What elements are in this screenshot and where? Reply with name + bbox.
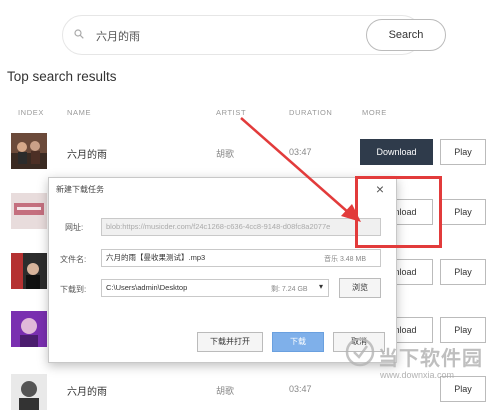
column-header-artist: ARTIST: [216, 108, 247, 117]
browse-button[interactable]: 浏览: [339, 278, 381, 298]
url-field[interactable]: blob:https://musicder.com/f24c1268-c636-…: [101, 218, 381, 236]
annotation-highlight-box: [355, 176, 442, 248]
column-header-name: NAME: [67, 108, 92, 117]
search-button[interactable]: Search: [366, 19, 446, 51]
dialog-title: 新建下载任务: [56, 185, 104, 194]
save-to-label: 下载到:: [60, 285, 87, 294]
watermark-logo: [345, 337, 375, 367]
page-title: Top search results: [7, 69, 117, 84]
new-download-dialog: 新建下载任务 × 网址: blob:https://musicder.com/f…: [48, 177, 397, 363]
album-cover: [11, 374, 47, 410]
column-header-index: INDEX: [18, 108, 44, 117]
duration: 03:47: [289, 147, 312, 157]
file-size: 音乐 3.48 MB: [324, 256, 367, 263]
album-cover: [11, 253, 47, 289]
album-cover: [11, 311, 47, 347]
play-button[interactable]: Play: [440, 317, 486, 343]
song-name[interactable]: 六月的雨: [67, 146, 107, 161]
play-button[interactable]: Play: [440, 139, 486, 165]
play-button[interactable]: Play: [440, 199, 486, 225]
free-space: 剩: 7.24 GB: [271, 286, 308, 293]
play-button[interactable]: Play: [440, 259, 486, 285]
filename-label: 文件名:: [60, 255, 87, 264]
download-and-open-button[interactable]: 下载并打开: [197, 332, 263, 352]
download-button[interactable]: Download: [360, 139, 433, 165]
column-header-duration: DURATION: [289, 108, 333, 117]
watermark-url: www.downxia.com: [380, 370, 455, 380]
table-row: 六月的雨 胡歌 03:47 Download Play: [0, 125, 500, 181]
search-input[interactable]: [96, 28, 326, 44]
artist-name[interactable]: 胡歌: [216, 147, 234, 160]
column-header-more: MORE: [362, 108, 387, 117]
search-icon: [74, 29, 84, 39]
song-name[interactable]: 六月的雨: [67, 383, 107, 398]
url-label: 网址:: [65, 223, 84, 232]
chevron-down-icon[interactable]: ▾: [313, 278, 329, 298]
album-cover: [11, 133, 47, 169]
duration: 03:47: [289, 384, 312, 394]
confirm-download-button[interactable]: 下载: [272, 332, 324, 352]
watermark-text: 当下软件园: [378, 348, 483, 370]
artist-name[interactable]: 胡歌: [216, 384, 234, 397]
album-cover: [11, 193, 47, 229]
